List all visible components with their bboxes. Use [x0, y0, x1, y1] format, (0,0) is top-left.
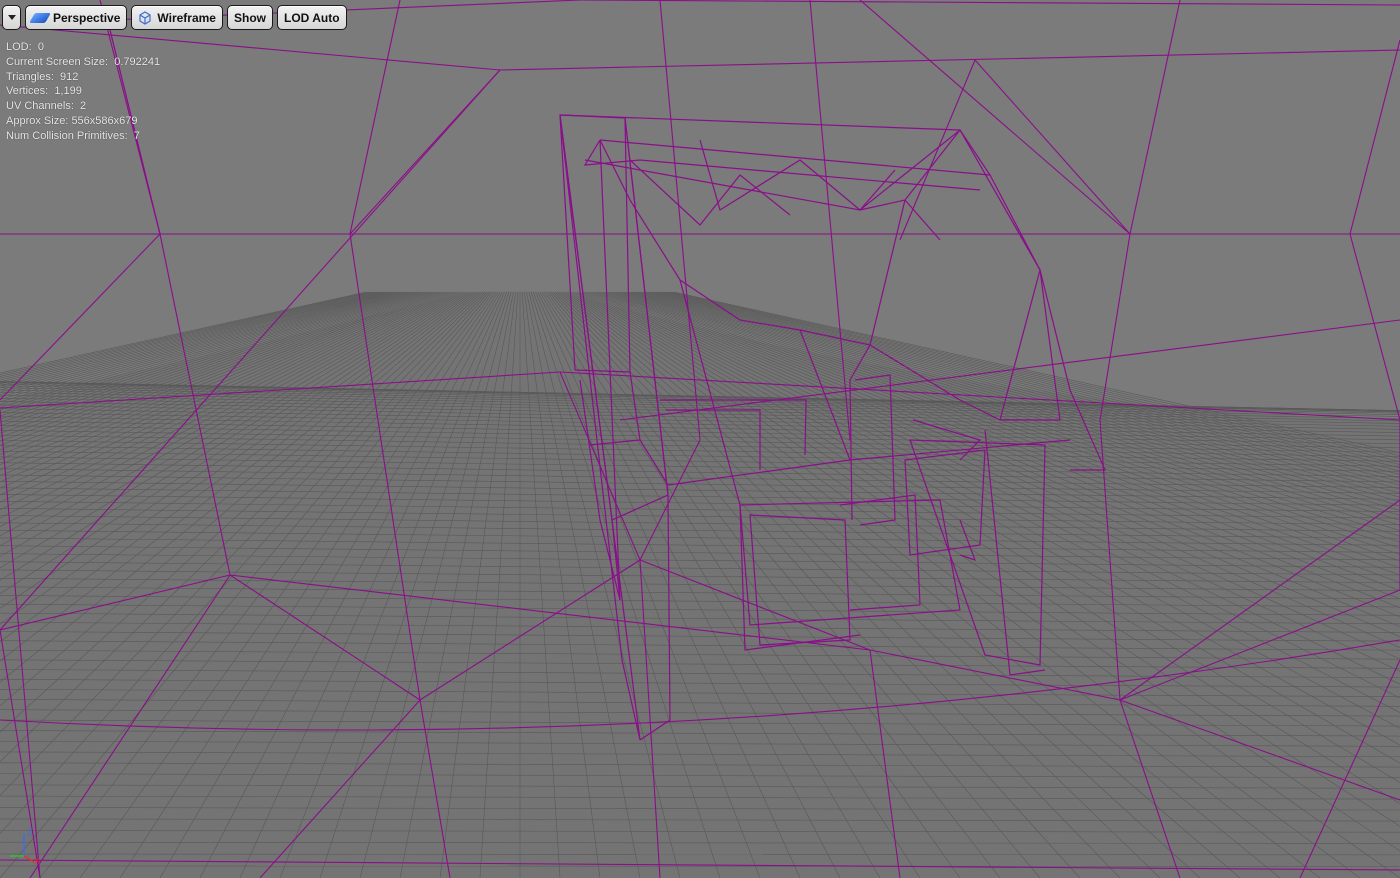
mesh-wireframe: [559, 114, 1106, 741]
wireframe-label: Wireframe: [157, 10, 216, 25]
wireframe-cube-icon: [139, 10, 151, 25]
mesh-stats-overlay: LOD: 0 Current Screen Size: 0.792241 Tri…: [6, 40, 160, 144]
axis-z-label: Z: [27, 828, 33, 838]
viewport-toolbar: Perspective Wireframe Show LOD Auto: [2, 5, 347, 30]
stat-triangles: Triangles: 912: [6, 70, 79, 83]
dropdown-arrow-icon: [7, 15, 16, 20]
viewport-options-button[interactable]: [2, 5, 21, 30]
stat-uv-channels: UV Channels: 2: [6, 100, 87, 113]
perspective-button[interactable]: Perspective: [25, 5, 128, 30]
stat-screen-size: Current Screen Size: 0.792241: [6, 55, 161, 68]
lod-button[interactable]: LOD Auto: [276, 5, 347, 30]
stat-vertices: Vertices: 1,199: [6, 85, 82, 98]
show-button[interactable]: Show: [226, 5, 273, 30]
perspective-label: Perspective: [53, 10, 121, 25]
lod-label: LOD Auto: [283, 10, 340, 25]
3d-viewport[interactable]: [0, 0, 1400, 878]
wireframe-button[interactable]: Wireframe: [131, 5, 223, 30]
perspective-icon: [29, 12, 51, 23]
show-label: Show: [233, 10, 266, 25]
stat-collision-primitives: Num Collision Primitives: 7: [6, 129, 140, 142]
stat-approx-size: Approx Size: 556x586x679: [6, 114, 138, 127]
axis-gizmo: Z X: [10, 828, 40, 866]
stat-lod: LOD: 0: [6, 41, 44, 53]
axis-x-label: X: [34, 856, 40, 866]
